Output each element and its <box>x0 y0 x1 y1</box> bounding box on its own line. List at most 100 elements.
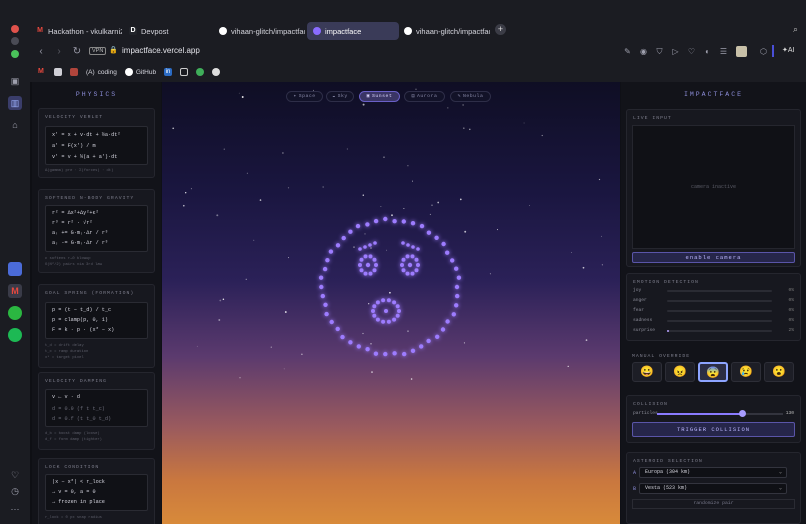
book-icon[interactable]: ▥ <box>8 96 22 110</box>
heart-icon[interactable]: ♡ <box>8 468 22 482</box>
tab-gmail[interactable]: M Hackathon - vkulkarni28 <box>30 22 122 40</box>
sadness-emoji-icon[interactable]: 😢 <box>731 362 761 382</box>
tab-github-1[interactable]: vihaan-glitch/impactface <box>213 22 305 40</box>
particle <box>405 271 410 276</box>
linkedin-icon: in <box>164 68 173 76</box>
bookmarks-bar: M (A) coding GitHub in <box>32 64 221 80</box>
asteroid-a-select[interactable]: Europa (304 km) ⌄ <box>639 467 787 478</box>
formula-line: aⱼ -= G·mᵢ·Δr / r³ <box>52 240 109 246</box>
emotion-percent: 0% <box>788 288 794 293</box>
select-value: Vesta (523 km) <box>645 485 688 491</box>
particle <box>445 250 450 255</box>
edit-icon[interactable]: ✎ <box>622 46 633 57</box>
particle <box>359 257 364 262</box>
gmail-icon[interactable]: M <box>8 284 22 298</box>
home-icon[interactable]: ⌂ <box>8 118 22 132</box>
history-icon[interactable]: ◷ <box>8 484 22 498</box>
tab-label: vihaan-glitch/impactface <box>231 26 305 36</box>
devpost-icon: D <box>129 27 137 35</box>
formula-line: a' = F(x') / m <box>52 143 96 149</box>
search-icon[interactable]: ⌕ <box>793 24 798 35</box>
formula-line: → v = 0, a = 0 <box>52 489 96 495</box>
extension-icon[interactable] <box>736 46 747 57</box>
emotion-percent: 2% <box>788 328 794 333</box>
particle <box>373 241 377 245</box>
trigger-collision-button[interactable]: TRIGGER COLLISION <box>632 422 795 437</box>
asteroid-b-select[interactable]: Vesta (523 km) ⌄ <box>639 483 787 494</box>
emotion-label-sadness: sadness <box>633 318 653 323</box>
particle <box>386 298 391 303</box>
card-velocity-verlet: VELOCITY VERLET x' = x + v·dt + ½a·dt² a… <box>38 108 155 178</box>
formula-box: x' = x + v·dt + ½a·dt² a' = F(x') / m v'… <box>45 126 148 165</box>
physics-panel: PHYSICS VELOCITY VERLET x' = x + v·dt + … <box>32 82 161 524</box>
particle <box>401 219 406 224</box>
card-title: ASTEROID SELECTION <box>633 459 703 464</box>
anger-emoji-icon[interactable]: 😠 <box>665 362 695 382</box>
whatsapp-icon[interactable] <box>8 306 22 320</box>
tab-devpost[interactable]: D Devpost <box>123 22 211 40</box>
slider-handle[interactable] <box>739 410 747 417</box>
asteroid-selection-card: ASTEROID SELECTION A Europa (304 km) ⌄ B … <box>626 452 801 524</box>
cube-icon[interactable]: ⬡ <box>758 46 769 57</box>
formula-line: v ← v · d <box>52 394 81 400</box>
bookmark-app-1[interactable] <box>54 68 62 76</box>
particle <box>414 257 419 262</box>
simulation-canvas[interactable]: ✦ Space ☁ Sky ▣ Sunset ▤ Aurora ✎ Nebula <box>162 82 620 524</box>
bookmark-github[interactable]: GitHub <box>124 68 156 76</box>
app-icon <box>54 68 62 76</box>
enable-camera-button[interactable]: enable camera <box>632 252 795 263</box>
settings-icon[interactable]: ☰ <box>718 46 729 57</box>
shield-icon[interactable]: ⛉ <box>654 46 665 57</box>
tab-github-2[interactable]: vihaan-glitch/impactface <box>398 22 490 40</box>
github-icon <box>404 27 412 35</box>
ai-button[interactable]: ✦AI <box>782 46 795 54</box>
formula-box: p = (t − t_d) / t_c p = clamp(p, 0, 1) F… <box>45 302 148 339</box>
heart-icon[interactable]: ♡ <box>686 46 697 57</box>
spotify-icon[interactable] <box>8 328 22 342</box>
new-tab-button[interactable]: + <box>495 24 506 35</box>
bookmark-leaf[interactable] <box>196 68 205 76</box>
more-icon[interactable]: ··· <box>8 502 22 516</box>
particles-slider[interactable] <box>657 410 783 417</box>
emotion-label-surprise: surprise <box>633 328 656 333</box>
bookmark-circle[interactable] <box>212 68 221 76</box>
formula-line: aᵢ += G·mⱼ·Δr / r³ <box>52 230 109 236</box>
bookmark-coding[interactable]: (A) coding <box>86 69 117 76</box>
camera-icon[interactable]: ◉ <box>638 46 649 57</box>
card-note: ε softens r→0 blowup <box>45 257 91 261</box>
reload-icon[interactable]: ↻ <box>70 45 84 59</box>
app-icon[interactable] <box>8 262 22 276</box>
bookmark-gmail[interactable]: M <box>38 68 46 76</box>
impactface-icon <box>313 27 321 35</box>
asteroid-b-label: B <box>633 486 637 492</box>
forward-icon[interactable]: › <box>52 45 66 59</box>
emotion-bar-surprise <box>667 330 772 332</box>
fear-emoji-icon[interactable]: 😨 <box>698 362 728 382</box>
maximize-window-icon[interactable] <box>11 50 19 58</box>
toggle-icon[interactable]: ◐ <box>702 46 713 57</box>
collision-card: COLLISION particles 130 TRIGGER COLLISIO… <box>626 395 801 443</box>
briefcase-icon[interactable]: ▣ <box>8 74 22 88</box>
bookmark-app-2[interactable] <box>70 68 78 76</box>
card-title: MANUAL OVERRIDE <box>632 354 691 359</box>
play-icon[interactable]: ▷ <box>670 46 681 57</box>
minimize-window-icon[interactable] <box>11 37 19 45</box>
bookmark-linkedin[interactable]: in <box>164 68 173 76</box>
particle <box>451 312 456 317</box>
emotion-percent: 0% <box>788 318 794 323</box>
bookmark-shield[interactable] <box>180 68 189 76</box>
surprise-emoji-icon[interactable]: 😮 <box>764 362 794 382</box>
card-velocity-damping: VELOCITY DAMPING v ← v · d d = 0.9 (f t … <box>38 372 155 450</box>
particle <box>416 263 420 267</box>
card-title: VELOCITY VERLET <box>45 115 104 120</box>
particle <box>365 222 370 227</box>
camera-preview: camera inactive <box>632 125 795 249</box>
randomize-pair-button[interactable]: randomize pair <box>632 499 795 509</box>
tab-impactface[interactable]: impactface <box>307 22 399 40</box>
joy-emoji-icon[interactable]: 😀 <box>632 362 662 382</box>
vpn-badge[interactable]: VPN <box>89 47 107 55</box>
back-icon[interactable]: ‹ <box>34 45 48 59</box>
particle <box>400 263 404 267</box>
close-window-icon[interactable] <box>11 25 19 33</box>
url-text[interactable]: impactface.vercel.app <box>122 46 200 55</box>
